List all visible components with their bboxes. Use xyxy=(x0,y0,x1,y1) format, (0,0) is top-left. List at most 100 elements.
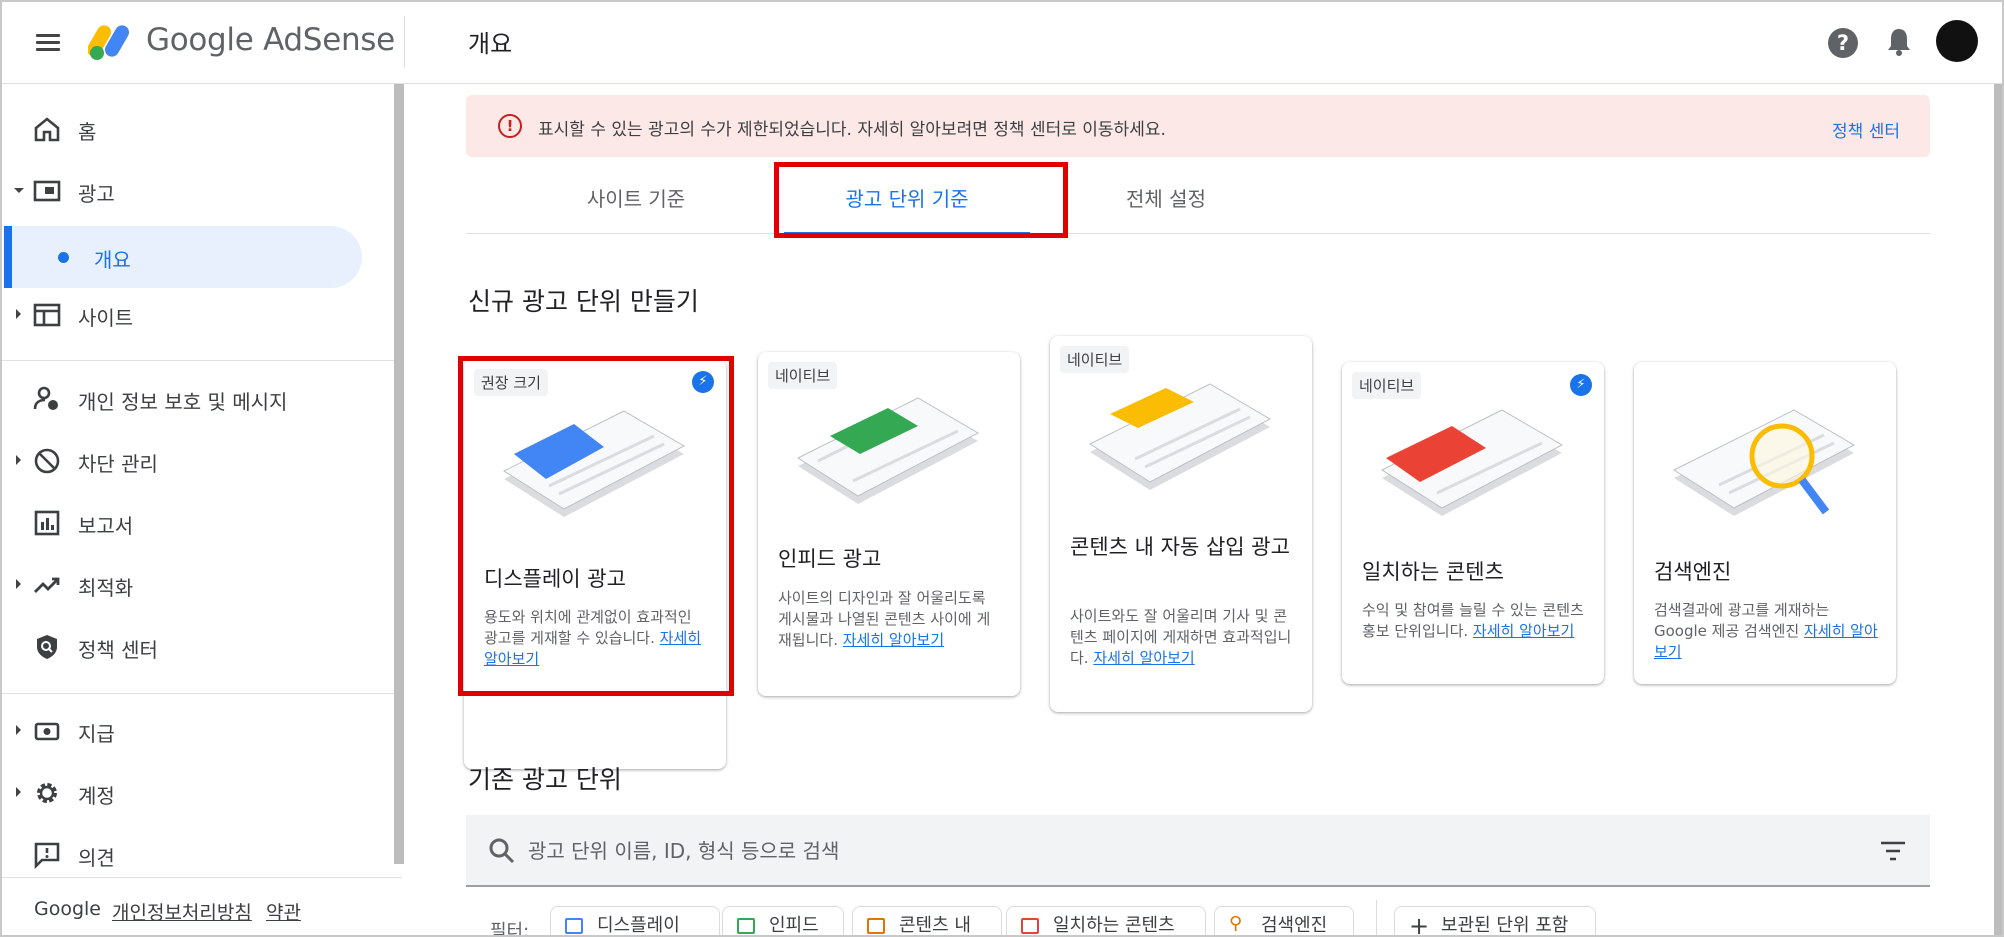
learn-more-link[interactable]: 자세히 알아보기 xyxy=(843,631,944,649)
card-desc-text: 검색결과에 광고를 게재하는 Google 제공 검색엔진 xyxy=(1654,601,1830,640)
sidebar-item-payments[interactable]: 지급 xyxy=(2,706,394,758)
sidebar: 홈 광고 개요 사이트 개인 정보 보호 및 메시지 차단 관리 보고서 최적화… xyxy=(2,84,394,874)
filter-list-icon[interactable] xyxy=(1880,841,1906,861)
tab-by-site[interactable]: 사이트 기준 xyxy=(536,164,736,234)
chevron-right-icon[interactable] xyxy=(16,725,21,735)
sidebar-item-feedback[interactable]: 의견 xyxy=(2,830,394,882)
policy-center-link[interactable]: 정책 센터 xyxy=(1832,117,1900,142)
bell-icon[interactable] xyxy=(1884,26,1914,58)
ad-type-card-in-article[interactable]: 네이티브 콘텐츠 내 자동 삽입 광고 사이트와도 잘 어울리며 기사 및 콘텐… xyxy=(1050,336,1312,712)
policy-alert-banner: ! 표시할 수 있는 광고의 수가 제한되었습니다. 자세히 알아보려면 정책 … xyxy=(466,95,1930,157)
sidebar-item-label: 정책 센터 xyxy=(78,638,158,662)
feedback-icon xyxy=(34,842,60,870)
terms-link[interactable]: 약관 xyxy=(266,898,301,925)
sidebar-item-account[interactable]: 계정 xyxy=(2,768,394,820)
help-icon[interactable]: ? xyxy=(1828,28,1858,58)
learn-more-link[interactable]: 자세히 알아보기 xyxy=(1093,649,1194,667)
sidebar-item-label: 광고 xyxy=(78,182,115,206)
infeed-ad-icon xyxy=(737,918,755,934)
search-input[interactable] xyxy=(528,829,1828,873)
filter-chip-matched-content[interactable]: 일치하는 콘텐츠 xyxy=(1006,906,1206,936)
menu-icon[interactable] xyxy=(32,28,66,58)
tab-global-settings[interactable]: 전체 설정 xyxy=(1066,164,1266,234)
alert-text: 표시할 수 있는 광고의 수가 제한되었습니다. 자세히 알아보려면 정책 센터… xyxy=(538,120,1166,140)
ad-type-card-matched-content[interactable]: 네이티브 ⚡ 일치하는 콘텐츠 수익 및 참여를 늘릴 수 있는 콘텐츠 홍보 … xyxy=(1342,362,1604,684)
filter-chip-infeed[interactable]: 인피드 xyxy=(722,906,844,936)
filter-chip-in-article[interactable]: 콘텐츠 내 xyxy=(852,906,1002,935)
error-icon: ! xyxy=(498,114,522,138)
sidebar-item-sites[interactable]: 사이트 xyxy=(2,290,394,342)
search-engine-illustration xyxy=(1672,409,1856,516)
sidebar-item-label: 의견 xyxy=(78,846,115,870)
sidebar-item-blocking-controls[interactable]: 차단 관리 xyxy=(2,436,394,488)
card-title: 검색엔진 xyxy=(1654,560,1732,584)
infeed-ad-illustration xyxy=(796,397,980,504)
avatar[interactable] xyxy=(1936,20,1978,62)
native-badge: 네이티브 xyxy=(768,362,838,389)
sidebar-scrollbar[interactable] xyxy=(394,84,404,864)
matched-content-illustration xyxy=(1380,409,1564,516)
sidebar-item-label: 개요 xyxy=(94,248,131,272)
learn-more-link[interactable]: 자세히 알아보기 xyxy=(1473,622,1574,640)
policy-shield-icon xyxy=(37,635,57,659)
include-archived-chip[interactable]: + 보관된 단위 포함 xyxy=(1394,906,1596,937)
footer-brand: Google xyxy=(34,898,102,920)
card-description: 사이트와도 잘 어울리며 기사 및 콘텐츠 페이지에 게재하면 효과적입니다. … xyxy=(1070,606,1296,669)
privacy-policy-link[interactable]: 개인정보처리방침 xyxy=(112,898,252,925)
native-badge: 네이티브 xyxy=(1352,372,1422,399)
app-name[interactable]: Google AdSense xyxy=(146,22,395,58)
filter-chip-display[interactable]: 디스플레이 xyxy=(550,906,720,936)
payments-icon xyxy=(34,722,60,741)
chip-label: 인피드 xyxy=(769,915,819,936)
chevron-right-icon[interactable] xyxy=(16,579,21,589)
card-title: 일치하는 콘텐츠 xyxy=(1362,560,1504,584)
chip-divider xyxy=(1376,900,1377,935)
card-title: 인피드 광고 xyxy=(778,547,882,571)
sidebar-item-home[interactable]: 홈 xyxy=(2,104,394,156)
sidebar-item-privacy-messaging[interactable]: 개인 정보 보호 및 메시지 xyxy=(2,374,394,426)
chevron-right-icon[interactable] xyxy=(16,309,21,319)
ads-icon xyxy=(33,180,61,202)
plus-icon: + xyxy=(1409,912,1430,937)
filter-label: 필터: xyxy=(490,921,530,937)
block-icon xyxy=(34,448,60,474)
sidebar-item-overview[interactable]: 개요 xyxy=(4,226,362,288)
chip-label: 검색엔진 xyxy=(1261,915,1328,936)
header-divider xyxy=(404,16,405,68)
section-heading-new-units: 신규 광고 단위 만들기 xyxy=(468,287,699,316)
chevron-right-icon[interactable] xyxy=(16,455,21,465)
sidebar-item-label: 보고서 xyxy=(78,514,134,538)
ad-type-card-infeed[interactable]: 네이티브 인피드 광고 사이트의 디자인과 잘 어울리도록 게시물과 나열된 콘… xyxy=(758,352,1020,696)
chevron-right-icon[interactable] xyxy=(16,787,21,797)
bolt-icon: ⚡ xyxy=(1570,374,1592,396)
main-content: ! 표시할 수 있는 광고의 수가 제한되었습니다. 자세히 알아보려면 정책 … xyxy=(406,84,1990,937)
search-icon xyxy=(489,838,515,864)
matched-content-icon xyxy=(1021,918,1039,934)
privacy-icon xyxy=(33,386,58,410)
sidebar-item-label: 홈 xyxy=(78,120,97,144)
sidebar-footer: Google 개인정보처리방침 약관 xyxy=(2,877,402,935)
sidebar-item-policy-center[interactable]: 정책 센터 xyxy=(2,622,394,674)
native-badge: 네이티브 xyxy=(1060,346,1130,373)
search-bar xyxy=(466,815,1930,887)
chip-label: 디스플레이 xyxy=(597,915,680,936)
trending-icon xyxy=(34,577,60,593)
active-dot-icon xyxy=(58,252,69,263)
sidebar-item-label: 사이트 xyxy=(78,306,134,330)
sidebar-item-label: 계정 xyxy=(78,784,115,808)
card-description: 사이트의 디자인과 잘 어울리도록 게시물과 나열된 콘텐츠 사이에 게재됩니다… xyxy=(778,588,1004,651)
in-article-ad-illustration xyxy=(1088,383,1272,490)
filter-chip-search-engine[interactable]: ⚲ 검색엔진 xyxy=(1214,906,1354,936)
ad-type-card-search-engine[interactable]: 검색엔진 검색결과에 광고를 게재하는 Google 제공 검색엔진 자세히 알… xyxy=(1634,362,1896,684)
chevron-down-icon[interactable] xyxy=(14,188,24,193)
sidebar-item-reports[interactable]: 보고서 xyxy=(2,498,394,550)
page-title: 개요 xyxy=(468,30,513,58)
sidebar-item-optimization[interactable]: 최적화 xyxy=(2,560,394,612)
sidebar-item-label: 개인 정보 보호 및 메시지 xyxy=(78,390,288,414)
page: Google AdSense 개요 ? 홈 광고 개요 사이트 개인 정보 보호… xyxy=(0,0,2004,937)
sidebar-divider xyxy=(2,693,394,694)
main-scrollbar[interactable] xyxy=(1994,84,2002,935)
chip-label: 일치하는 콘텐츠 xyxy=(1053,915,1175,936)
card-description: 검색결과에 광고를 게재하는 Google 제공 검색엔진 자세히 알아보기 xyxy=(1654,600,1880,663)
sidebar-item-ads[interactable]: 광고 xyxy=(2,166,394,218)
